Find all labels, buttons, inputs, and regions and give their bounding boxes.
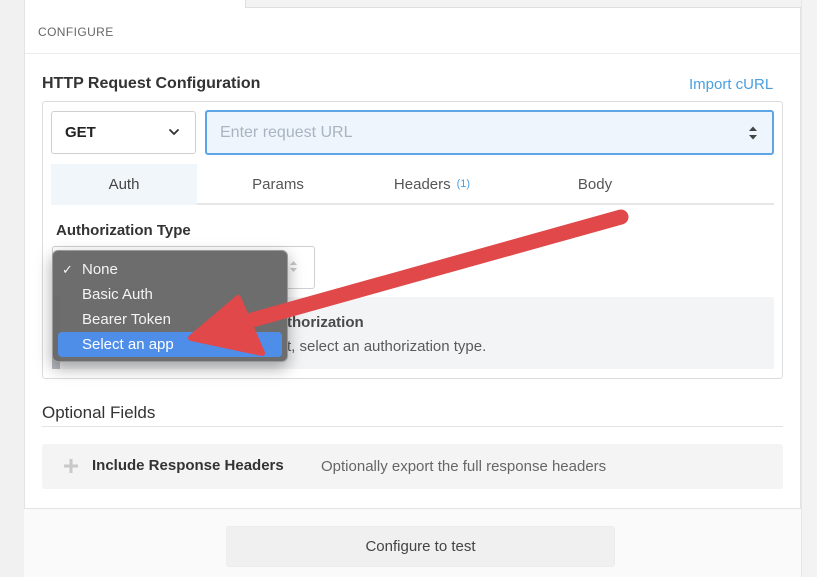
configure-header	[25, 12, 800, 54]
configure-label: CONFIGURE	[38, 25, 114, 39]
scrollbar-track[interactable]	[801, 0, 817, 577]
include-response-headers-label: Include Response Headers	[92, 457, 284, 474]
tab-params[interactable]: Params	[197, 164, 359, 205]
request-tabs: Auth Params Headers (1) Body	[51, 164, 774, 205]
up-down-stepper-icon	[749, 126, 757, 140]
url-input[interactable]	[205, 110, 774, 155]
optional-fields-title: Optional Fields	[42, 403, 156, 422]
auth-type-label: Authorization Type	[56, 222, 191, 239]
configure-to-test-button[interactable]: Configure to test	[226, 526, 615, 567]
dropdown-option-select-app[interactable]: Select an app	[58, 332, 282, 357]
auth-info-title: thorization	[287, 314, 364, 331]
auth-info-text: t, select an authorization type.	[287, 338, 487, 355]
chevron-down-icon	[169, 129, 179, 135]
headers-count-badge: (1)	[456, 177, 471, 190]
dropdown-option-bearer-token[interactable]: Bearer Token	[58, 307, 282, 332]
dropdown-option-basic-auth[interactable]: Basic Auth	[58, 282, 282, 307]
dropdown-option-none[interactable]: ✓ None	[58, 257, 282, 282]
optional-divider	[42, 426, 783, 427]
left-gutter	[0, 0, 24, 577]
include-response-headers-desc: Optionally export the full response head…	[321, 458, 607, 475]
tab-auth[interactable]: Auth	[51, 164, 197, 205]
tab-body[interactable]: Body	[505, 164, 685, 205]
import-curl-link[interactable]: Import cURL	[689, 76, 773, 93]
tab-headers[interactable]: Headers (1)	[359, 164, 505, 205]
top-tab-strip	[245, 0, 801, 8]
method-select[interactable]: GET	[51, 111, 196, 154]
http-config-title: HTTP Request Configuration	[42, 75, 261, 92]
up-down-stepper-icon	[290, 261, 297, 272]
plus-icon[interactable]	[63, 458, 79, 474]
method-value: GET	[65, 124, 96, 141]
checkmark-icon: ✓	[62, 262, 73, 277]
auth-type-dropdown: ✓ None Basic Auth Bearer Token Select an…	[52, 250, 288, 362]
